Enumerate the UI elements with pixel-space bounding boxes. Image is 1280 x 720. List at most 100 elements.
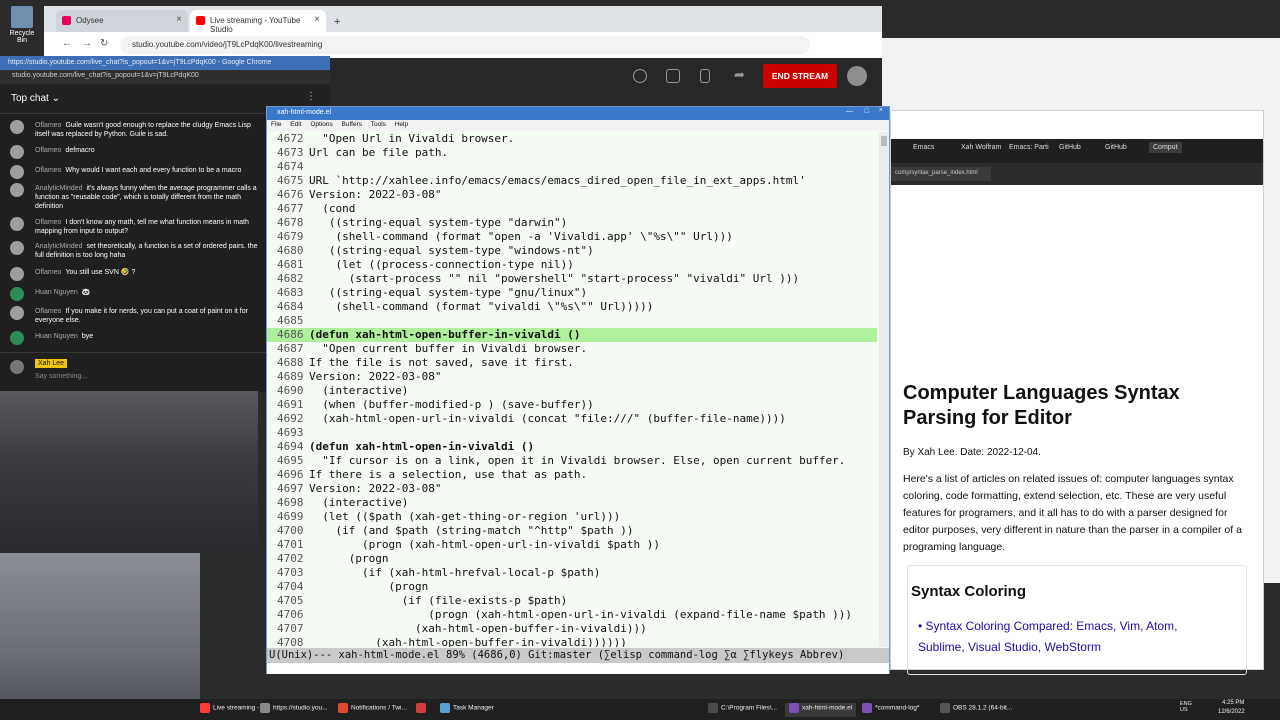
- back-icon[interactable]: ←: [62, 38, 72, 49]
- code-line[interactable]: 4690 (interactive): [267, 384, 877, 398]
- code-line[interactable]: 4686 (defun xah-html-open-buffer-in-vival…: [267, 328, 877, 342]
- code-line[interactable]: 4675 URL `http://xahlee.info/emacs/emacs/…: [267, 174, 877, 188]
- chat-author[interactable]: Oflameo: [35, 308, 61, 315]
- code-line[interactable]: 4677 (cond: [267, 202, 877, 216]
- tab-computer-languages[interactable]: Comput: [1149, 142, 1182, 153]
- code-line[interactable]: 4700 (if (and $path (string-match "^http…: [267, 524, 877, 538]
- menu-options[interactable]: Options: [310, 121, 332, 128]
- maximize-icon[interactable]: □: [865, 108, 869, 115]
- new-tab-button[interactable]: +: [328, 10, 348, 32]
- more-options-icon[interactable]: ⋮: [306, 91, 316, 102]
- address-bar[interactable]: studio.youtube.com/video/jT9LcPdqK00/liv…: [120, 36, 810, 54]
- close-icon[interactable]: ×: [176, 14, 182, 25]
- tab-emacs[interactable]: Emacs: [913, 144, 934, 151]
- scrollbar[interactable]: [879, 132, 889, 647]
- code-line[interactable]: 4702 (progn: [267, 552, 877, 566]
- chat-author[interactable]: Oflameo: [35, 122, 61, 129]
- code-line[interactable]: 4684 (shell-command (format "vivaldi \"%…: [267, 300, 877, 314]
- tab-emacs-parti[interactable]: Emacs: Parti: [1009, 144, 1049, 151]
- tab-xah-wolfram[interactable]: Xah Wolfram: [961, 144, 1001, 151]
- code-line[interactable]: 4699 (let (($path (xah-get-thing-or-regi…: [267, 510, 877, 524]
- minibuffer[interactable]: [267, 663, 889, 674]
- code-line[interactable]: 4679 (shell-command (format "open -a 'Vi…: [267, 230, 877, 244]
- code-line[interactable]: 4692 (xah-html-open-url-in-vivaldi (conc…: [267, 412, 877, 426]
- menu-edit[interactable]: Edit: [290, 121, 301, 128]
- chat-author[interactable]: Oflameo: [35, 219, 61, 226]
- reload-icon[interactable]: ↻: [100, 38, 108, 49]
- top-chat-dropdown[interactable]: Top chat ⌄: [11, 93, 60, 104]
- menu-buffers[interactable]: Buffers: [342, 121, 362, 128]
- code-line[interactable]: 4693: [267, 426, 877, 440]
- close-icon[interactable]: ×: [879, 107, 883, 114]
- chat-author[interactable]: Huan Nguyen: [35, 289, 78, 296]
- code-line[interactable]: 4703 (if (xah-html-hrefval-local-p $path…: [267, 566, 877, 580]
- code-line[interactable]: 4689 Version: 2022-03-08": [267, 370, 877, 384]
- chat-input[interactable]: Say something...: [35, 373, 87, 380]
- code-line[interactable]: 4704 (progn: [267, 580, 877, 594]
- chat-author[interactable]: Oflameo: [35, 269, 61, 276]
- code-line[interactable]: 4701 (progn (xah-html-open-url-in-vivald…: [267, 538, 877, 552]
- menu-help[interactable]: Help: [395, 121, 408, 128]
- taskbar-item[interactable]: xah-html-mode.el: [785, 703, 857, 717]
- code-line[interactable]: 4708 (xah-html-open-buffer-in-vivaldi)))…: [267, 636, 877, 647]
- code-line[interactable]: 4678 ((string-equal system-type "darwin"…: [267, 216, 877, 230]
- link-text[interactable]: Syntax Coloring Compared: Emacs, Vim, At…: [918, 619, 1177, 654]
- code-line[interactable]: 4687 "Open current buffer in Vivaldi bro…: [267, 342, 877, 356]
- code-line[interactable]: 4691 (when (buffer-modified-p ) (save-bu…: [267, 398, 877, 412]
- menu-tools[interactable]: Tools: [371, 121, 386, 128]
- video-icon[interactable]: [666, 69, 680, 83]
- close-icon[interactable]: ×: [314, 14, 320, 25]
- taskbar-item[interactable]: [416, 703, 429, 717]
- share-icon[interactable]: ➦: [734, 67, 745, 83]
- menu-file[interactable]: File: [271, 121, 281, 128]
- address-bar[interactable]: comp/syntax_parse_index.html: [891, 167, 991, 181]
- language-indicator[interactable]: ENG US: [1180, 701, 1200, 715]
- code-line[interactable]: 4676 Version: 2022-03-08": [267, 188, 877, 202]
- bookmark-icon[interactable]: [700, 69, 710, 83]
- code-line[interactable]: 4688 If the file is not saved, save it fi…: [267, 356, 877, 370]
- code-line[interactable]: 4680 ((string-equal system-type "windows…: [267, 244, 877, 258]
- code-line[interactable]: 4694 (defun xah-html-open-in-vivaldi (): [267, 440, 877, 454]
- chat-address-bar[interactable]: studio.youtube.com/live_chat?is_popout=1…: [0, 70, 330, 84]
- taskbar-item[interactable]: C:\Program Files\...: [708, 703, 777, 717]
- code-line[interactable]: 4705 (if (file-exists-p $path): [267, 594, 877, 608]
- code-line[interactable]: 4696 If there is a selection, use that as…: [267, 468, 877, 482]
- chat-author[interactable]: Huan Nguyen: [35, 333, 78, 340]
- code-line[interactable]: 4695 "If cursor is on a link, open it in…: [267, 454, 877, 468]
- tab-youtube-studio[interactable]: Live streaming - YouTube Studio ×: [190, 10, 326, 34]
- chat-author[interactable]: Oflameo: [35, 167, 61, 174]
- avatar[interactable]: [847, 66, 867, 86]
- end-stream-button[interactable]: END STREAM: [763, 64, 837, 88]
- tab-odysee[interactable]: Odysee ×: [56, 10, 188, 32]
- code-line[interactable]: 4672 "Open Url in Vivaldi browser.: [267, 132, 877, 146]
- code-line[interactable]: 4697 Version: 2022-03-08": [267, 482, 877, 496]
- code-line[interactable]: 4674: [267, 160, 877, 174]
- recycle-bin-icon[interactable]: Recycle Bin: [4, 6, 40, 44]
- taskbar-item[interactable]: Notifications / Twi...: [338, 703, 407, 717]
- taskbar-item[interactable]: https://studio.you...: [260, 703, 328, 717]
- chat-author[interactable]: AnalyticMinded: [35, 185, 82, 192]
- tab-github-1[interactable]: GitHub: [1059, 144, 1081, 151]
- monetization-icon[interactable]: [633, 69, 647, 83]
- code-line[interactable]: 4707 (xah-html-open-buffer-in-vivaldi))): [267, 622, 877, 636]
- code-text: Version: 2022-03-08": [309, 370, 442, 383]
- forward-icon[interactable]: →: [82, 38, 92, 49]
- code-line[interactable]: 4685: [267, 314, 877, 328]
- chat-author[interactable]: AnalyticMinded: [35, 243, 82, 250]
- code-line[interactable]: 4681 (let ((process-connection-type nil)…: [267, 258, 877, 272]
- chat-author[interactable]: Oflameo: [35, 147, 61, 154]
- code-line[interactable]: 4682 (start-process "" nil "powershell" …: [267, 272, 877, 286]
- section-link[interactable]: • Syntax Coloring Compared: Emacs, Vim, …: [918, 616, 1218, 658]
- code-line[interactable]: 4698 (interactive): [267, 496, 877, 510]
- clock-date[interactable]: 12/6/2022: [1218, 709, 1245, 720]
- code-line[interactable]: 4706 (progn (xah-html-open-url-in-vivald…: [267, 608, 877, 622]
- minimize-icon[interactable]: —: [846, 108, 853, 115]
- taskbar-item[interactable]: OBS 28.1.2 (64-bit...: [940, 703, 1012, 717]
- taskbar-item[interactable]: *command-log*: [862, 703, 919, 717]
- code-line[interactable]: 4673 Url can be file path.: [267, 146, 877, 160]
- taskbar-item[interactable]: Task Manager: [440, 703, 494, 717]
- tab-github-2[interactable]: GitHub: [1105, 144, 1127, 151]
- code-editor[interactable]: 4672 "Open Url in Vivaldi browser. 4673 Ur…: [267, 132, 877, 647]
- scrollbar-thumb[interactable]: [881, 136, 887, 146]
- code-line[interactable]: 4683 ((string-equal system-type "gnu/lin…: [267, 286, 877, 300]
